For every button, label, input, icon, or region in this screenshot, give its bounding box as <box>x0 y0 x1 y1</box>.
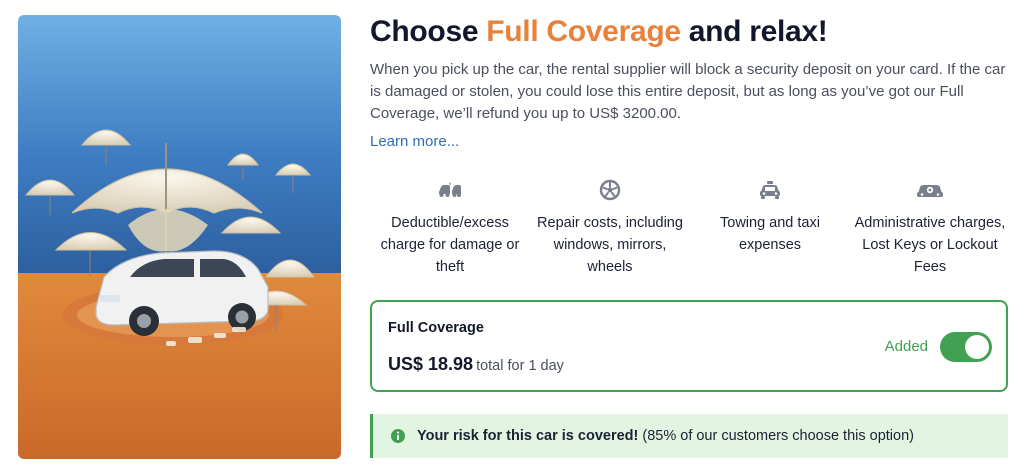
feature-administrative: Administrative charges, Lost Keys or Loc… <box>850 178 1010 278</box>
feature-repair: Repair costs, including windows, mirrors… <box>530 178 690 278</box>
coverage-price-unit: total for 1 day <box>476 358 564 374</box>
feature-label: Towing and taxi expenses <box>720 215 820 253</box>
car-crash-icon <box>437 178 463 202</box>
features-list: Deductible/excess charge for damage or t… <box>370 178 1010 278</box>
toggle-knob <box>965 335 989 359</box>
car-key-icon <box>916 178 944 202</box>
wheel-icon <box>599 178 621 202</box>
banner-bold-text: Your risk for this car is covered! <box>417 428 639 444</box>
coverage-toggle[interactable] <box>940 332 992 362</box>
feature-label: Administrative charges, Lost Keys or Loc… <box>854 215 1006 275</box>
title-accent: Full Coverage <box>486 15 681 48</box>
feature-towing: Towing and taxi expenses <box>690 178 850 278</box>
title-suffix: and relax! <box>680 15 828 48</box>
page-title: Choose Full Coverage and relax! <box>370 14 1010 50</box>
coverage-price-row: US$ 18.98 total for 1 day <box>388 354 564 375</box>
coverage-price: US$ 18.98 <box>388 354 474 374</box>
car-umbrella-illustration <box>18 15 341 459</box>
coverage-banner: Your risk for this car is covered! (85% … <box>370 414 1008 458</box>
coverage-status: Added <box>884 338 928 355</box>
coverage-name: Full Coverage <box>388 320 484 336</box>
hero-image <box>18 15 341 459</box>
feature-label: Deductible/excess charge for damage or t… <box>380 215 520 275</box>
banner-regular-text: (85% of our customers choose this option… <box>638 428 914 444</box>
coverage-info: Choose Full Coverage and relax! When you… <box>370 14 1010 151</box>
banner-text: Your risk for this car is covered! (85% … <box>417 428 914 444</box>
coverage-description: When you pick up the car, the rental sup… <box>370 61 1006 122</box>
feature-deductible: Deductible/excess charge for damage or t… <box>370 178 530 278</box>
learn-more-link[interactable]: Learn more... <box>370 133 459 150</box>
full-coverage-card[interactable]: Full Coverage US$ 18.98 total for 1 day A… <box>370 300 1008 392</box>
info-icon <box>391 429 405 443</box>
feature-label: Repair costs, including windows, mirrors… <box>537 215 683 275</box>
taxi-icon <box>758 178 782 202</box>
title-prefix: Choose <box>370 15 487 48</box>
